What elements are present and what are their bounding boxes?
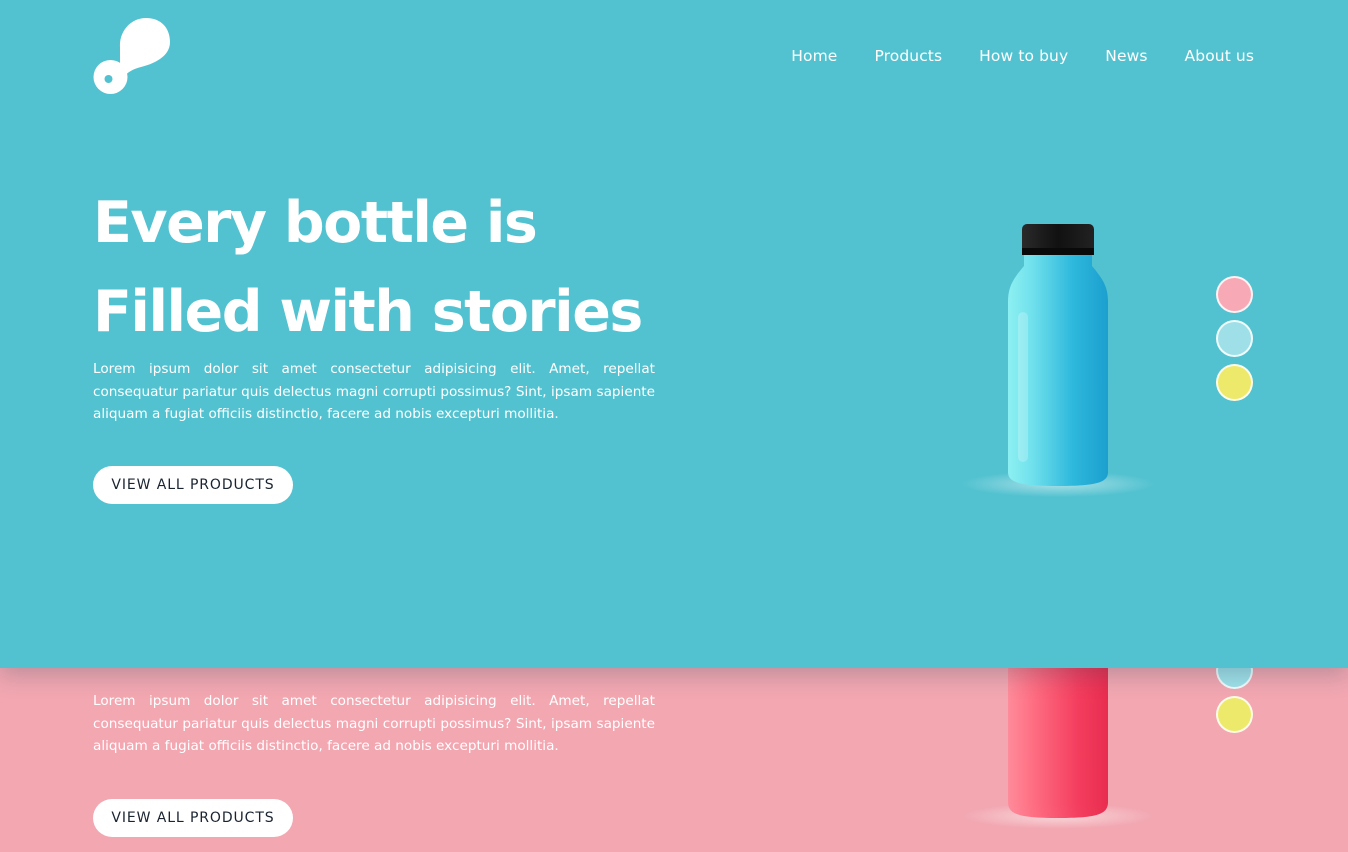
hero-description: Lorem ipsum dolor sit amet consectetur a… — [93, 361, 655, 422]
product-bottle-icon — [962, 224, 1154, 497]
nav-home[interactable]: Home — [791, 47, 837, 65]
main-nav: Home Products How to buy News About us — [791, 47, 1254, 65]
swatch-yellow[interactable] — [1216, 696, 1253, 733]
drop-logo-icon[interactable] — [93, 17, 171, 95]
swatch-blue[interactable] — [1216, 320, 1253, 357]
pink-description: Lorem ipsum dolor sit amet consectetur a… — [93, 693, 655, 754]
nav-news[interactable]: News — [1105, 47, 1147, 65]
swatch-pink[interactable] — [1216, 276, 1253, 313]
hero-section: Home Products How to buy News About us E… — [0, 0, 1348, 668]
pink-view-all-products-button[interactable]: VIEW ALL PRODUCTS — [93, 799, 293, 837]
headline-line-2: Filled with stories — [93, 279, 643, 345]
headline-line-1: Every bottle is — [93, 190, 538, 256]
nav-about-us[interactable]: About us — [1185, 47, 1254, 65]
color-swatches — [1216, 276, 1254, 408]
nav-products[interactable]: Products — [874, 47, 942, 65]
view-all-products-button[interactable]: VIEW ALL PRODUCTS — [93, 466, 293, 504]
swatch-yellow[interactable] — [1216, 364, 1253, 401]
nav-how-to-buy[interactable]: How to buy — [979, 47, 1068, 65]
